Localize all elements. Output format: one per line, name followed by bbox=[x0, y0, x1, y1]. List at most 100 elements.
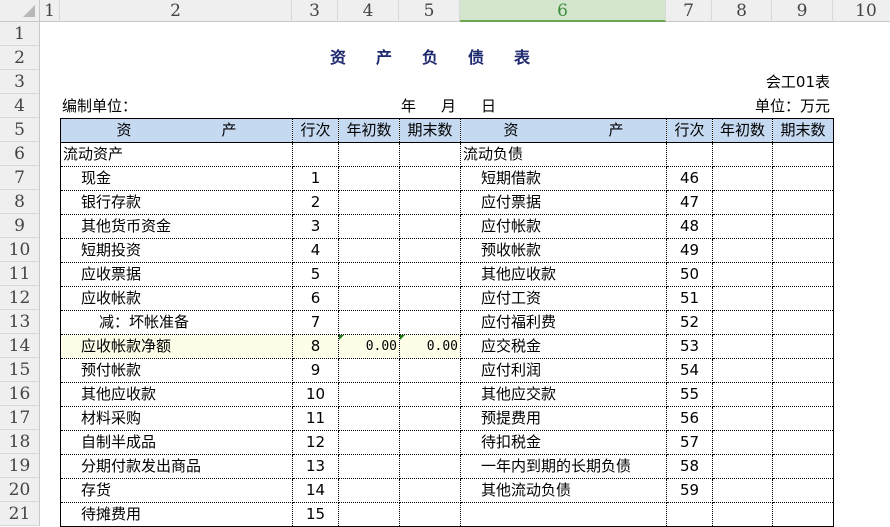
liability-line-cell[interactable]: 54 bbox=[666, 358, 713, 383]
asset-name-cell[interactable]: 流动资产 bbox=[60, 142, 293, 167]
asset-begin-cell[interactable] bbox=[338, 478, 400, 503]
asset-begin-cell[interactable] bbox=[338, 214, 400, 239]
liability-line-cell[interactable]: 58 bbox=[666, 454, 713, 479]
asset-name-cell[interactable]: 应收帐款净额 bbox=[60, 334, 293, 359]
asset-line-cell[interactable]: 5 bbox=[292, 262, 339, 287]
row-header-3[interactable]: 3 bbox=[0, 70, 40, 94]
column-header-6[interactable]: 6 bbox=[460, 0, 666, 22]
asset-line-cell[interactable]: 10 bbox=[292, 382, 339, 407]
column-header-2[interactable]: 2 bbox=[60, 0, 292, 22]
liability-line-cell[interactable]: 53 bbox=[666, 334, 713, 359]
asset-line-cell[interactable]: 9 bbox=[292, 358, 339, 383]
row-header-12[interactable]: 12 bbox=[0, 286, 40, 310]
liability-begin-cell[interactable] bbox=[712, 382, 773, 407]
liability-begin-cell[interactable] bbox=[712, 142, 773, 167]
liability-line-cell[interactable]: 51 bbox=[666, 286, 713, 311]
asset-line-cell[interactable]: 7 bbox=[292, 310, 339, 335]
asset-line-cell[interactable]: 8 bbox=[292, 334, 339, 359]
asset-end-cell[interactable] bbox=[399, 190, 461, 215]
asset-line-cell[interactable]: 11 bbox=[292, 406, 339, 431]
liability-begin-cell[interactable] bbox=[712, 238, 773, 263]
asset-begin-cell[interactable]: 0.00 bbox=[338, 334, 400, 359]
liability-end-cell[interactable] bbox=[772, 166, 834, 191]
row-header-1[interactable]: 1 bbox=[0, 22, 40, 46]
liability-end-cell[interactable] bbox=[772, 310, 834, 335]
asset-line-cell[interactable] bbox=[292, 142, 339, 167]
asset-end-cell[interactable] bbox=[399, 286, 461, 311]
asset-begin-cell[interactable] bbox=[338, 262, 400, 287]
liability-line-cell[interactable]: 47 bbox=[666, 190, 713, 215]
liability-end-cell[interactable] bbox=[772, 358, 834, 383]
liability-name-cell[interactable]: 其他应收款 bbox=[460, 262, 667, 287]
asset-begin-cell[interactable] bbox=[338, 502, 400, 527]
asset-begin-cell[interactable] bbox=[338, 406, 400, 431]
liability-name-cell[interactable]: 应付工资 bbox=[460, 286, 667, 311]
asset-end-cell[interactable] bbox=[399, 478, 461, 503]
asset-end-cell[interactable] bbox=[399, 430, 461, 455]
asset-begin-cell[interactable] bbox=[338, 286, 400, 311]
asset-line-cell[interactable]: 4 bbox=[292, 238, 339, 263]
liability-name-cell[interactable]: 预提费用 bbox=[460, 406, 667, 431]
asset-line-cell[interactable]: 15 bbox=[292, 502, 339, 527]
liability-name-cell[interactable]: 应付利润 bbox=[460, 358, 667, 383]
asset-name-cell[interactable]: 预付帐款 bbox=[60, 358, 293, 383]
asset-end-cell[interactable] bbox=[399, 454, 461, 479]
header-begin-right[interactable]: 年初数 bbox=[712, 118, 773, 143]
liability-begin-cell[interactable] bbox=[712, 190, 773, 215]
row-header-18[interactable]: 18 bbox=[0, 430, 40, 454]
asset-name-cell[interactable]: 材料采购 bbox=[60, 406, 293, 431]
liability-end-cell[interactable] bbox=[772, 406, 834, 431]
row-header-14[interactable]: 14 bbox=[0, 334, 40, 358]
header-liability[interactable]: 资 产 bbox=[460, 118, 667, 143]
liability-name-cell[interactable]: 短期借款 bbox=[460, 166, 667, 191]
asset-line-cell[interactable]: 14 bbox=[292, 478, 339, 503]
asset-line-cell[interactable]: 1 bbox=[292, 166, 339, 191]
row-header-5[interactable]: 5 bbox=[0, 118, 40, 142]
row-header-17[interactable]: 17 bbox=[0, 406, 40, 430]
row-header-11[interactable]: 11 bbox=[0, 262, 40, 286]
liability-line-cell[interactable]: 57 bbox=[666, 430, 713, 455]
asset-end-cell[interactable] bbox=[399, 406, 461, 431]
asset-begin-cell[interactable] bbox=[338, 166, 400, 191]
select-all-corner[interactable] bbox=[0, 0, 40, 22]
column-header-1[interactable]: 1 bbox=[40, 0, 60, 22]
row-header-10[interactable]: 10 bbox=[0, 238, 40, 262]
asset-line-cell[interactable]: 2 bbox=[292, 190, 339, 215]
liability-begin-cell[interactable] bbox=[712, 358, 773, 383]
row-header-8[interactable]: 8 bbox=[0, 190, 40, 214]
asset-line-cell[interactable]: 12 bbox=[292, 430, 339, 455]
liability-begin-cell[interactable] bbox=[712, 478, 773, 503]
column-header-10[interactable]: 10 bbox=[833, 0, 890, 22]
asset-end-cell[interactable]: 0.00 bbox=[399, 334, 461, 359]
row-header-7[interactable]: 7 bbox=[0, 166, 40, 190]
liability-name-cell[interactable]: 应交税金 bbox=[460, 334, 667, 359]
column-header-8[interactable]: 8 bbox=[712, 0, 772, 22]
liability-end-cell[interactable] bbox=[772, 478, 834, 503]
asset-end-cell[interactable] bbox=[399, 238, 461, 263]
liability-begin-cell[interactable] bbox=[712, 310, 773, 335]
liability-name-cell[interactable]: 流动负债 bbox=[460, 142, 667, 167]
liability-name-cell[interactable]: 预收帐款 bbox=[460, 238, 667, 263]
liability-end-cell[interactable] bbox=[772, 502, 834, 527]
row-header-20[interactable]: 20 bbox=[0, 478, 40, 502]
row-header-6[interactable]: 6 bbox=[0, 142, 40, 166]
row-header-19[interactable]: 19 bbox=[0, 454, 40, 478]
asset-begin-cell[interactable] bbox=[338, 142, 400, 167]
row-header-21[interactable]: 21 bbox=[0, 502, 40, 526]
asset-name-cell[interactable]: 自制半成品 bbox=[60, 430, 293, 455]
header-line[interactable]: 行次 bbox=[292, 118, 339, 143]
liability-end-cell[interactable] bbox=[772, 262, 834, 287]
column-header-3[interactable]: 3 bbox=[292, 0, 338, 22]
liability-end-cell[interactable] bbox=[772, 430, 834, 455]
row-header-9[interactable]: 9 bbox=[0, 214, 40, 238]
row-header-4[interactable]: 4 bbox=[0, 94, 40, 118]
asset-line-cell[interactable]: 13 bbox=[292, 454, 339, 479]
header-asset[interactable]: 资 产 bbox=[60, 118, 293, 143]
header-end[interactable]: 期末数 bbox=[399, 118, 461, 143]
asset-begin-cell[interactable] bbox=[338, 310, 400, 335]
header-line-right[interactable]: 行次 bbox=[666, 118, 713, 143]
liability-end-cell[interactable] bbox=[772, 238, 834, 263]
asset-end-cell[interactable] bbox=[399, 166, 461, 191]
liability-name-cell[interactable] bbox=[460, 502, 667, 527]
asset-end-cell[interactable] bbox=[399, 142, 461, 167]
